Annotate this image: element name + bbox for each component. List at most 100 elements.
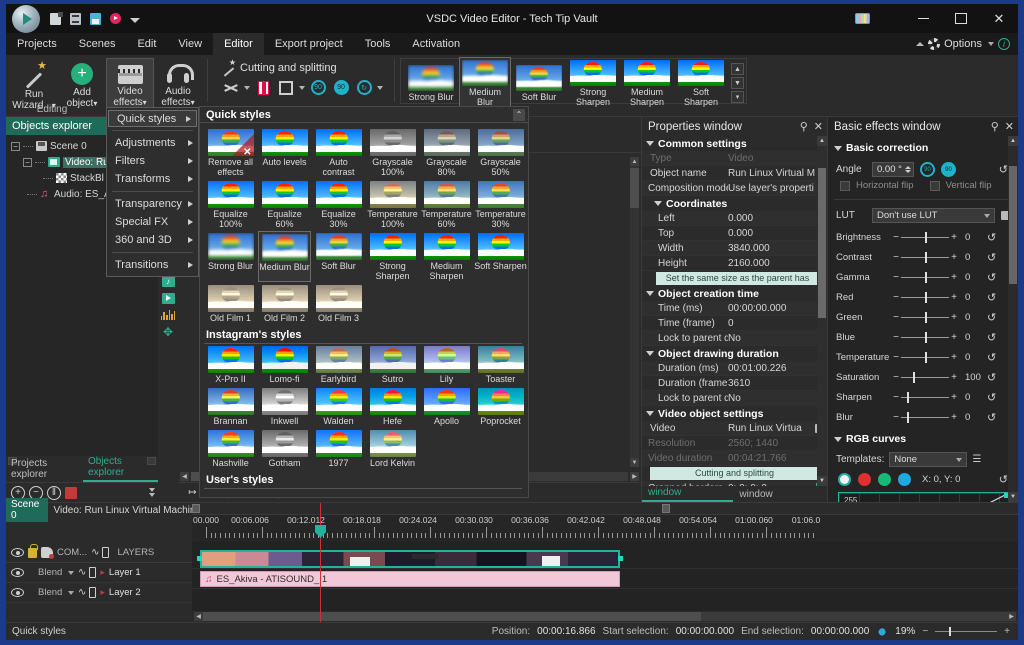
slider-minus-icon[interactable]: −: [891, 392, 901, 403]
slider-blue[interactable]: Blue − +0 ↺: [828, 327, 1018, 347]
red-channel-icon[interactable]: [858, 473, 871, 486]
quick-style-soft-sharpen[interactable]: Soft Sharpen: [474, 231, 527, 282]
opacity-icon[interactable]: [89, 587, 97, 598]
instagram-style-hefe[interactable]: Hefe: [366, 386, 419, 427]
slider-plus-icon[interactable]: +: [949, 272, 959, 283]
prop-row-lock-parent-creation[interactable]: Lock to parent du No: [642, 331, 827, 346]
menu-view[interactable]: View: [167, 33, 213, 55]
quick-style-strong-blur[interactable]: Strong Blur: [204, 231, 257, 282]
audio-effects-chevron-down-icon[interactable]: ▾: [191, 98, 195, 107]
slider-saturation[interactable]: Saturation − +100 ↺: [828, 367, 1018, 387]
prop-row-duration-ms[interactable]: Duration (ms) 00:01:00.226: [642, 361, 827, 376]
waveform-icon[interactable]: ∿: [78, 567, 86, 578]
quick-style-grayscale[interactable]: Grayscale 50%: [474, 127, 527, 178]
properties-list[interactable]: Common settings Type Video Object name Run…: [642, 136, 827, 486]
instagram-style-walden[interactable]: Walden: [312, 386, 365, 427]
close-icon[interactable]: ✕: [1005, 120, 1014, 133]
menu-item-transitions[interactable]: Transitions: [107, 256, 198, 274]
instagram-style-apollo[interactable]: Apollo: [420, 386, 473, 427]
cutting-and-splitting-button[interactable]: Cutting and splitting: [215, 55, 345, 75]
save-project-icon[interactable]: [90, 12, 101, 25]
prop-row-time-ms[interactable]: Time (ms) 00:00:00.000: [642, 301, 827, 316]
timeline-scroll-left-icon[interactable]: ◀: [194, 612, 203, 621]
slider-plus-icon[interactable]: +: [949, 372, 959, 383]
slider-gamma[interactable]: Gamma − +0 ↺: [828, 267, 1018, 287]
slider-reset-undo-icon[interactable]: ↺: [987, 351, 996, 364]
record-icon[interactable]: [110, 13, 121, 24]
slider-reset-undo-icon[interactable]: ↺: [987, 231, 996, 244]
tree-expander-icon[interactable]: −: [23, 157, 32, 167]
list-icon[interactable]: ☰: [972, 454, 981, 465]
rotate-ccw-icon[interactable]: 90: [308, 78, 328, 97]
lut-chevron-down-icon[interactable]: [984, 213, 990, 218]
styles-strip-scrollbar[interactable]: ▲ ▼ ▾: [731, 63, 744, 103]
preview-scroll-up-icon[interactable]: ▲: [630, 157, 639, 166]
quick-style-auto-levels[interactable]: Auto levels: [258, 127, 311, 178]
add-object-chevron-down-icon[interactable]: ▾: [93, 99, 97, 108]
strip-style-medium-blur[interactable]: Medium Blur: [459, 56, 511, 110]
slider-reset-undo-icon[interactable]: ↺: [987, 371, 996, 384]
prop-row-type[interactable]: Type Video: [642, 151, 827, 166]
properties-scroll-up-icon[interactable]: ▲: [817, 136, 827, 146]
preview-hscroll-right-icon[interactable]: ▶: [630, 472, 639, 481]
timeline-layer-row-1[interactable]: Blend ∿ ▸ Layer 1: [6, 563, 192, 583]
instagram-style-x-pro-ii[interactable]: X-Pro II: [204, 344, 257, 385]
quick-style-old-film-1[interactable]: Old Film 1: [204, 283, 257, 324]
properties-scroll-down-icon[interactable]: ▼: [817, 476, 827, 486]
styles-strip-scroll-up-icon[interactable]: ▲: [731, 63, 744, 75]
menu-item-transforms[interactable]: Transforms: [107, 170, 198, 188]
quick-access-chevron-down-icon[interactable]: [130, 18, 140, 23]
slider-reset-undo-icon[interactable]: ↺: [987, 291, 996, 304]
slider-reset-undo-icon[interactable]: ↺: [987, 271, 996, 284]
styles-strip-scroll-down-icon[interactable]: ▼: [731, 77, 744, 89]
slider-plus-icon[interactable]: +: [949, 232, 959, 243]
options-chevron-down-icon[interactable]: [988, 42, 994, 46]
strip-style-soft-blur[interactable]: Soft Blur: [513, 63, 565, 104]
crop-chevron-down-icon[interactable]: [299, 85, 305, 90]
slider-plus-icon[interactable]: +: [949, 312, 959, 323]
tab-objects-explorer[interactable]: Objects explorer: [82, 455, 158, 482]
instagram-style-brannan[interactable]: Brannan: [204, 386, 257, 427]
quick-style-old-film-3[interactable]: Old Film 3: [312, 283, 365, 324]
instagram-style-nashville[interactable]: Nashville: [204, 428, 257, 469]
prop-row-cropped-borders[interactable]: Cropped borders0; 0; 0; 0: [642, 481, 827, 486]
angle-down-icon[interactable]: [905, 170, 911, 173]
prop-row-time-frame[interactable]: Time (frame) 0: [642, 316, 827, 331]
menu-activation[interactable]: Activation: [401, 33, 471, 55]
pin-icon[interactable]: ⚲: [800, 120, 808, 133]
gear-icon[interactable]: [928, 38, 941, 50]
menu-projects[interactable]: Projects: [6, 33, 68, 55]
slider-blur[interactable]: Blur − +0 ↺: [828, 407, 1018, 427]
lock-icon[interactable]: [28, 543, 38, 558]
prop-row-duration-frames[interactable]: Duration (frames)3610: [642, 376, 827, 391]
slider-sharpen[interactable]: Sharpen − +0 ↺: [828, 387, 1018, 407]
angle-up-icon[interactable]: [905, 166, 911, 169]
slider-minus-icon[interactable]: −: [891, 312, 901, 323]
slider-minus-icon[interactable]: −: [891, 272, 901, 283]
waveform-icon[interactable]: ∿: [78, 587, 86, 598]
menu-item-transparency[interactable]: Transparency: [107, 195, 198, 213]
timeline-layer-row-2[interactable]: Blend ∿ ▸ Layer 2: [6, 583, 192, 603]
move-icon[interactable]: ✥: [161, 325, 176, 339]
close-icon[interactable]: ✕: [814, 120, 823, 133]
waveform-icon[interactable]: ∿: [91, 547, 99, 558]
video-icon[interactable]: [161, 291, 176, 305]
quick-style-grayscale[interactable]: Grayscale 80%: [420, 127, 473, 178]
slider-plus-icon[interactable]: +: [949, 412, 959, 423]
menu-scenes[interactable]: Scenes: [68, 33, 127, 55]
instagram-style-earlybird[interactable]: Earlybird: [312, 344, 365, 385]
templates-chevron-down-icon[interactable]: [956, 457, 963, 462]
basic-effects-body[interactable]: Basic correction Angle 0.00 ° 90 90 ↺ Ho…: [828, 136, 1018, 502]
quick-style-auto-contrast[interactable]: Auto contrast: [312, 127, 365, 178]
slider-plus-icon[interactable]: +: [949, 252, 959, 263]
styles-strip-expand-icon[interactable]: ▾: [731, 91, 744, 103]
audio-effects-button[interactable]: Audio effects▾: [154, 58, 202, 108]
instagram-style-poprocket[interactable]: Poprocket: [474, 386, 527, 427]
maximize-button[interactable]: [942, 4, 980, 33]
group-common-settings[interactable]: Common settings: [642, 136, 827, 151]
instagram-style-sutro[interactable]: Sutro: [366, 344, 419, 385]
group-video-object-settings[interactable]: Video object settings: [642, 406, 827, 421]
prop-row-resolution[interactable]: Resolution2560; 1440↺: [642, 436, 827, 451]
slider-green[interactable]: Green − +0 ↺: [828, 307, 1018, 327]
instagram-style-inkwell[interactable]: Inkwell: [258, 386, 311, 427]
